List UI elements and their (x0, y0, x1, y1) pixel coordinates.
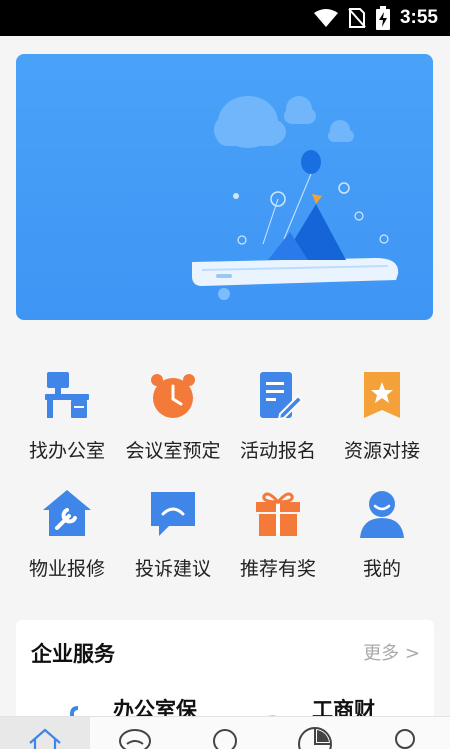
discover-icon (213, 729, 237, 749)
stats-icon (298, 727, 332, 749)
action-find-office[interactable]: 找办公室 (11, 370, 123, 463)
status-icons: 3:55 (313, 6, 438, 30)
wifi-icon (313, 9, 338, 27)
tab-stats[interactable] (270, 717, 360, 749)
status-bar: 3:55 (0, 0, 450, 36)
action-label: 物业报修 (28, 558, 105, 580)
tab-chat[interactable] (90, 717, 180, 749)
user-icon (360, 491, 404, 538)
action-label: 活动报名 (239, 440, 316, 462)
chat-bubble-icon (151, 492, 195, 536)
tab-discover[interactable] (180, 717, 270, 749)
action-mine[interactable]: 我的 (326, 488, 438, 581)
bottom-tab-bar (0, 716, 450, 749)
chat-icon (119, 729, 151, 749)
gift-box-icon (256, 492, 300, 536)
clock: 3:55 (399, 7, 438, 28)
action-property-repair[interactable]: 物业报修 (11, 488, 123, 581)
battery-charging-icon (375, 6, 390, 30)
profile-icon (395, 729, 415, 749)
house-wrench-icon (43, 490, 91, 536)
action-label: 资源对接 (343, 440, 420, 462)
action-label: 推荐有奖 (239, 558, 316, 580)
more-link[interactable]: 更多 > (363, 639, 420, 665)
action-meeting-room[interactable]: 会议室预定 (117, 370, 229, 463)
star-bookmark-icon (364, 372, 400, 418)
action-label: 会议室预定 (125, 440, 221, 462)
document-edit-icon (260, 372, 304, 421)
section-title: 企业服务 (31, 642, 115, 666)
action-label: 投诉建议 (134, 558, 211, 580)
no-sim-icon (348, 8, 366, 28)
action-label: 我的 (362, 558, 401, 580)
tab-profile[interactable] (360, 717, 450, 749)
banner-illustration (192, 96, 399, 300)
action-referral-reward[interactable]: 推荐有奖 (222, 488, 334, 581)
tab-home[interactable] (0, 717, 90, 749)
action-complaint[interactable]: 投诉建议 (117, 488, 229, 581)
action-label: 找办公室 (28, 440, 105, 462)
action-resource-match[interactable]: 资源对接 (326, 370, 438, 463)
banner[interactable] (16, 54, 433, 320)
home-icon (29, 728, 61, 749)
action-event-signup[interactable]: 活动报名 (222, 370, 334, 463)
office-desk-icon (45, 372, 89, 418)
alarm-clock-icon (151, 374, 195, 418)
